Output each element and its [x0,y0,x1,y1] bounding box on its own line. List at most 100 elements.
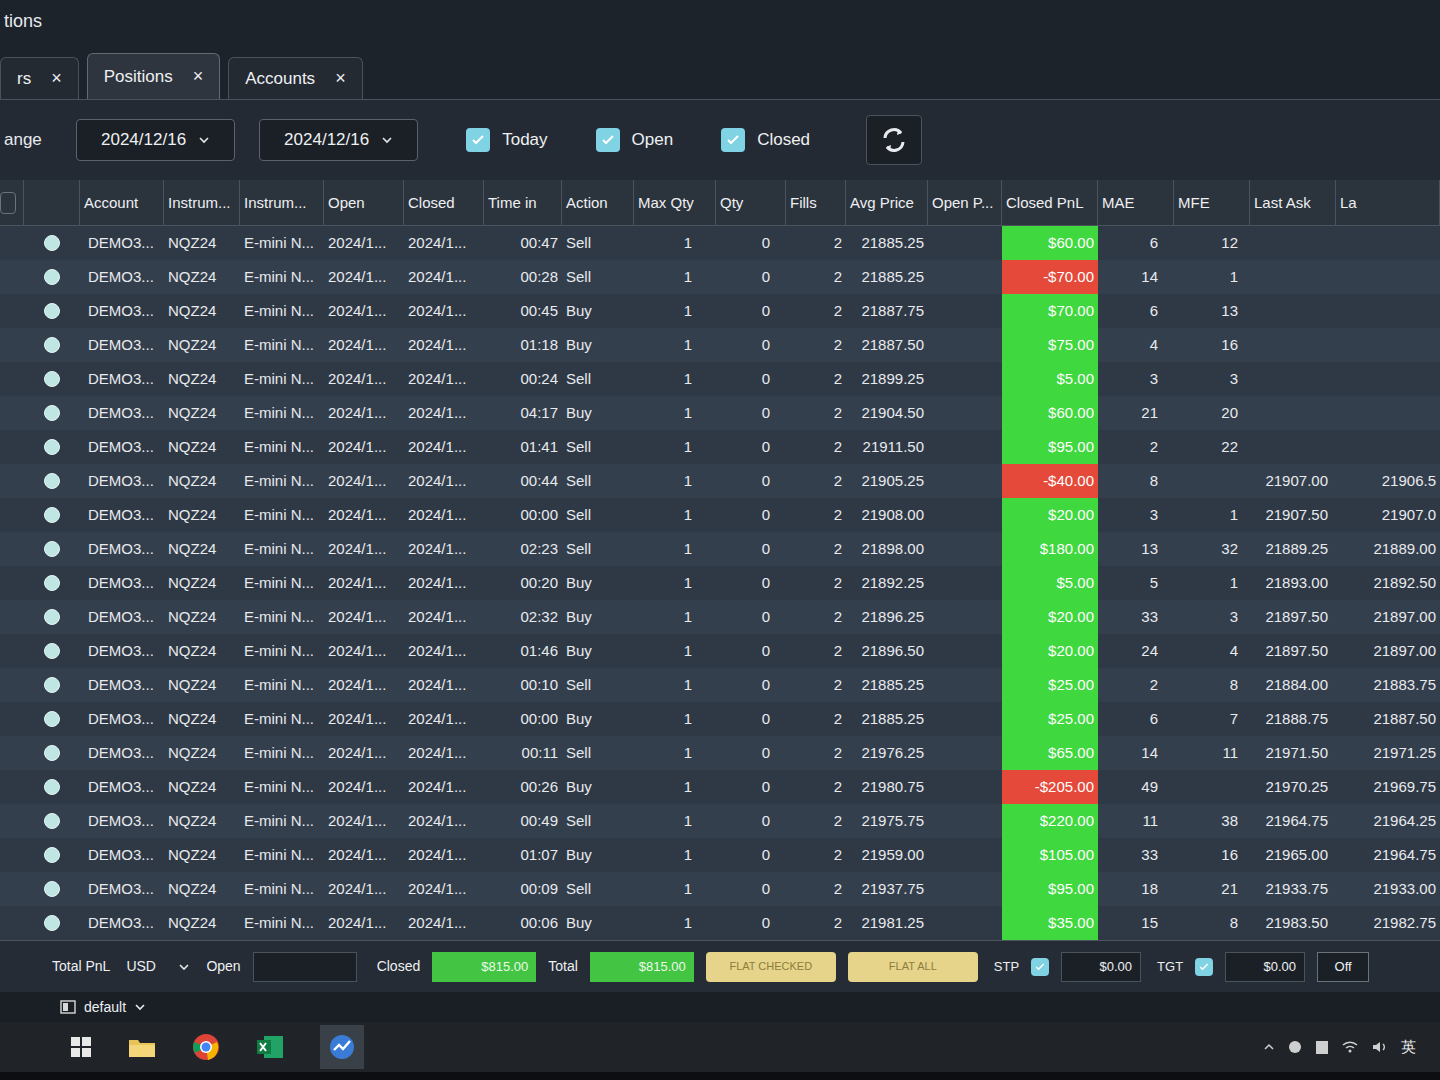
tray-security-icon[interactable] [1315,1039,1329,1055]
table-cell [1336,362,1440,396]
chevron-down-icon[interactable] [381,134,393,146]
checkbox-label[interactable]: Closed [757,127,810,153]
column-header[interactable]: Avg Price [846,180,928,226]
workspace-select[interactable]: default [60,997,146,1018]
currency-value[interactable]: USD [126,956,156,977]
tgt-value[interactable]: $0.00 [1264,957,1297,977]
chevron-down-icon[interactable] [134,1001,146,1013]
filter-checkbox[interactable]: Open [596,127,674,153]
tab-close-button[interactable]: × [193,63,204,90]
folder-icon[interactable] [128,1036,156,1058]
tab-close-button[interactable]: × [51,65,62,92]
table-row[interactable]: DEMO3...NQZ24E-mini N...2024/1...2024/1.… [0,566,1440,600]
network-icon[interactable] [1341,1039,1359,1055]
checkbox[interactable] [466,128,490,152]
tab[interactable]: Positions × [87,53,221,99]
tab[interactable]: Accounts × [228,57,362,99]
stp-field[interactable]: $0.00 [1061,952,1141,982]
column-header[interactable]: Fills [786,180,846,226]
table-row[interactable]: DEMO3...NQZ24E-mini N...2024/1...2024/1.… [0,396,1440,430]
table-row[interactable]: DEMO3...NQZ24E-mini N...2024/1...2024/1.… [0,498,1440,532]
table-row[interactable]: DEMO3...NQZ24E-mini N...2024/1...2024/1.… [0,362,1440,396]
table-row[interactable]: DEMO3...NQZ24E-mini N...2024/1...2024/1.… [0,838,1440,872]
column-header[interactable]: Closed [404,180,484,226]
tab[interactable]: rs × [0,57,79,99]
table-row[interactable]: DEMO3...NQZ24E-mini N...2024/1...2024/1.… [0,430,1440,464]
table-row[interactable]: DEMO3...NQZ24E-mini N...2024/1...2024/1.… [0,464,1440,498]
chrome-icon[interactable] [192,1033,220,1061]
table-row[interactable]: DEMO3...NQZ24E-mini N...2024/1...2024/1.… [0,328,1440,362]
tab-label[interactable]: Accounts [245,66,315,92]
workspace-label[interactable]: default [84,997,126,1018]
checkbox[interactable] [596,128,620,152]
open: 2024/1... [328,844,386,867]
date-value[interactable]: 2024/12/16 [284,127,369,153]
column-header[interactable]: Last Ask [1250,180,1336,226]
off-button[interactable]: Off [1317,952,1369,982]
column-header[interactable]: Closed PnL [1002,180,1098,226]
column-header[interactable]: MFE [1174,180,1250,226]
filter-checkbox[interactable]: Today [466,127,547,153]
refresh-button[interactable] [866,115,922,165]
closed: 2024/1... [408,538,466,561]
table-row[interactable]: DEMO3...NQZ24E-mini N...2024/1...2024/1.… [0,226,1440,260]
tab-label[interactable]: Positions [104,64,173,90]
table-cell [1250,294,1336,328]
chevron-down-icon[interactable] [198,134,210,146]
tab-close-button[interactable]: × [335,65,346,92]
column-header[interactable]: Account [80,180,164,226]
table-row[interactable]: DEMO3...NQZ24E-mini N...2024/1...2024/1.… [0,770,1440,804]
table-row[interactable]: DEMO3...NQZ24E-mini N...2024/1...2024/1.… [0,668,1440,702]
last-ask: 21971.50 [1265,742,1328,765]
column-header[interactable]: Open [324,180,404,226]
column-header[interactable]: Instrum... [164,180,240,226]
table-row[interactable]: DEMO3...NQZ24E-mini N...2024/1...2024/1.… [0,906,1440,940]
flat-button[interactable]: FLAT ALL [848,952,978,982]
tgt-field[interactable]: $0.00 [1225,952,1305,982]
refresh-icon[interactable] [879,125,909,155]
column-header[interactable]: Action [562,180,634,226]
flat-button[interactable]: FLAT CHECKED [706,952,836,982]
tab-label[interactable]: rs [17,66,31,92]
table-row[interactable]: DEMO3...NQZ24E-mini N...2024/1...2024/1.… [0,804,1440,838]
closed-pnl: $20.00 [1048,640,1094,663]
active-app[interactable] [320,1025,364,1069]
stp-checkbox[interactable] [1031,958,1049,976]
filter-checkbox[interactable]: Closed [721,127,810,153]
windows-start-icon[interactable] [70,1036,92,1058]
table-cell: Sell [562,430,634,464]
table-row[interactable]: DEMO3...NQZ24E-mini N...2024/1...2024/1.… [0,600,1440,634]
tray-arrow-icon[interactable] [1263,1041,1275,1053]
table-row[interactable]: DEMO3...NQZ24E-mini N...2024/1...2024/1.… [0,532,1440,566]
chevron-down-icon[interactable] [178,961,190,973]
date-value[interactable]: 2024/12/16 [101,127,186,153]
column-header[interactable]: Instrum... [240,180,324,226]
checkbox-label[interactable]: Today [502,127,547,153]
date-select[interactable]: 2024/12/16 [76,119,235,161]
ime-indicator[interactable]: 英 [1401,1036,1416,1059]
tgt-checkbox[interactable] [1195,958,1213,976]
excel-icon[interactable] [256,1034,284,1060]
tray-app-icon[interactable] [1287,1039,1303,1055]
checkbox[interactable] [721,128,745,152]
column-header[interactable]: Max Qty [634,180,716,226]
volume-icon[interactable] [1371,1039,1389,1055]
date-select[interactable]: 2024/12/16 [259,119,418,161]
checkbox-label[interactable]: Open [632,127,674,153]
currency-select[interactable]: USD [122,952,194,982]
column-header[interactable]: Open P... [928,180,1002,226]
table-row[interactable]: DEMO3...NQZ24E-mini N...2024/1...2024/1.… [0,634,1440,668]
column-header[interactable]: Qty [716,180,786,226]
table-row[interactable]: DEMO3...NQZ24E-mini N...2024/1...2024/1.… [0,294,1440,328]
trading-app-icon[interactable] [328,1033,356,1061]
table-cell: 11 [1098,804,1174,838]
table-row[interactable]: DEMO3...NQZ24E-mini N...2024/1...2024/1.… [0,872,1440,906]
stp-value[interactable]: $0.00 [1100,957,1133,977]
table-row[interactable]: DEMO3...NQZ24E-mini N...2024/1...2024/1.… [0,260,1440,294]
column-header[interactable]: MAE [1098,180,1174,226]
column-header[interactable]: Time in [484,180,562,226]
column-header[interactable]: La [1336,180,1440,226]
table-row[interactable]: DEMO3...NQZ24E-mini N...2024/1...2024/1.… [0,702,1440,736]
table-row[interactable]: DEMO3...NQZ24E-mini N...2024/1...2024/1.… [0,736,1440,770]
avg-price: 21911.50 [863,436,924,459]
